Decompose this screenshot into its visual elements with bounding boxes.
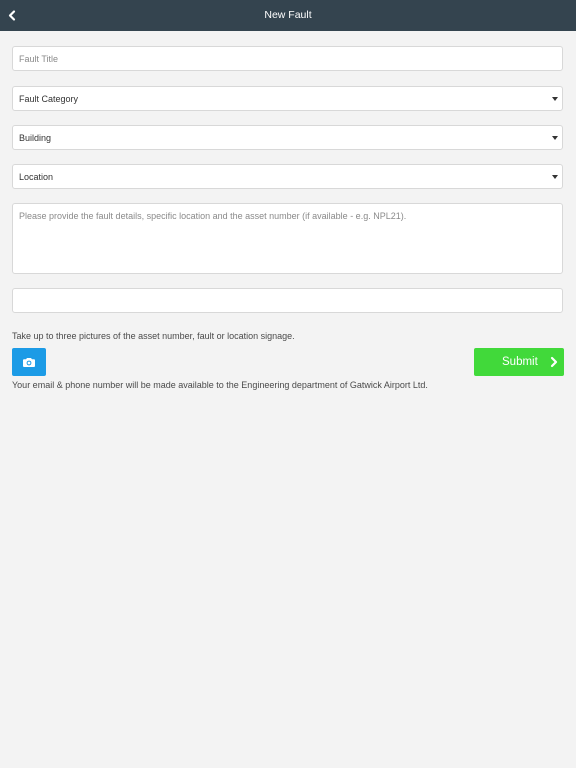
fault-details-placeholder: Please provide the fault details, specif…: [19, 211, 407, 221]
chevron-right-icon: [550, 356, 558, 368]
fault-category-value: Fault Category: [19, 94, 79, 104]
dropdown-arrow-icon: [552, 97, 558, 101]
building-select[interactable]: Building: [12, 125, 563, 150]
dropdown-arrow-icon: [552, 175, 558, 179]
fault-title-placeholder: Fault Title: [19, 54, 59, 64]
location-select[interactable]: Location: [12, 164, 563, 189]
additional-input[interactable]: [12, 288, 563, 313]
privacy-notice: Your email & phone number will be made a…: [12, 380, 428, 390]
submit-label: Submit: [502, 356, 538, 368]
picture-instructions: Take up to three pictures of the asset n…: [12, 331, 295, 341]
fault-category-select[interactable]: Fault Category: [12, 86, 563, 111]
camera-button[interactable]: [12, 348, 46, 376]
dropdown-arrow-icon: [552, 136, 558, 140]
location-value: Location: [19, 172, 54, 182]
page-title: New Fault: [264, 9, 312, 21]
fault-title-input[interactable]: Fault Title: [12, 46, 563, 71]
building-value: Building: [19, 133, 52, 143]
camera-icon: [23, 358, 35, 367]
app-header: New Fault: [0, 0, 576, 31]
fault-details-textarea[interactable]: Please provide the fault details, specif…: [12, 203, 563, 274]
submit-button[interactable]: Submit: [474, 348, 564, 376]
